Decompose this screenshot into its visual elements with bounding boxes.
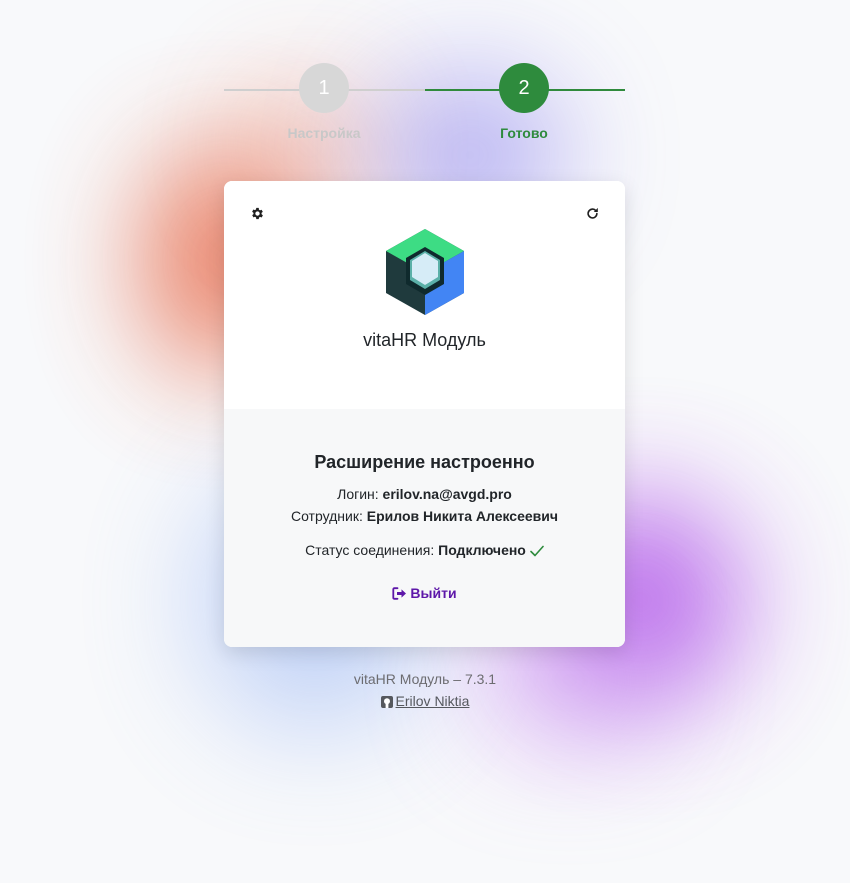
employee-info: Сотрудник: Ерилов Никита Алексеевич bbox=[224, 508, 625, 524]
connection-label: Статус соединения: bbox=[305, 542, 435, 558]
connection-status: Статус соединения: Подключено bbox=[224, 542, 625, 558]
login-info: Логин: erilov.na@avgd.pro bbox=[224, 486, 625, 502]
employee-label: Сотрудник: bbox=[290, 508, 363, 524]
status-title: Расширение настроенно bbox=[314, 452, 535, 472]
employee-value: Ерилов Никита Алексеевич bbox=[366, 508, 559, 524]
logout-label: Выйти bbox=[410, 585, 457, 601]
step-label: Готово bbox=[500, 125, 548, 141]
logout-button[interactable]: Выйти bbox=[224, 585, 625, 601]
connection-value: Подключено bbox=[438, 542, 526, 558]
app-title: vitaHR Модуль bbox=[363, 330, 486, 350]
author-link-label: Erilov Niktia bbox=[395, 693, 470, 709]
extension-card: vitaHR Модуль Расширение настроенно Логи… bbox=[224, 181, 625, 647]
refresh-icon bbox=[586, 207, 598, 219]
check-icon bbox=[530, 545, 544, 557]
github-icon bbox=[380, 696, 393, 708]
step-number-circle: 1 bbox=[299, 63, 349, 113]
step-setup: 1 Настройка bbox=[264, 63, 384, 141]
login-value: erilov.na@avgd.pro bbox=[382, 486, 512, 502]
gear-icon bbox=[251, 207, 263, 219]
refresh-button[interactable] bbox=[582, 203, 602, 223]
author-link[interactable]: Erilov Niktia bbox=[0, 692, 850, 710]
login-label: Логин: bbox=[337, 486, 379, 502]
footer: vitaHR Модуль – 7.3.1 Erilov Niktia bbox=[0, 670, 850, 710]
card-status-section: Расширение настроенно Логин: erilov.na@a… bbox=[224, 409, 625, 647]
step-done: 2 Готово bbox=[464, 63, 584, 141]
sign-out-icon bbox=[392, 587, 407, 600]
card-header: vitaHR Модуль bbox=[224, 181, 625, 409]
step-number-circle: 2 bbox=[499, 63, 549, 113]
version-text: vitaHR Модуль – 7.3.1 bbox=[353, 671, 497, 687]
step-label: Настройка bbox=[287, 125, 361, 141]
stepper: 1 Настройка 2 Готово bbox=[224, 63, 625, 153]
settings-button[interactable] bbox=[247, 203, 267, 223]
app-logo-icon bbox=[386, 229, 464, 315]
